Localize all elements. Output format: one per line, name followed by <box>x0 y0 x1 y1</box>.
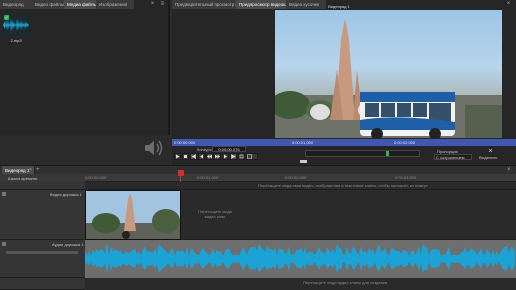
preview-title: Видеоряд 1 <box>328 4 350 9</box>
preview-ruler-time-0: 0:00:00.000 <box>174 140 196 145</box>
timeline-ruler[interactable]: 0:00:00.000 0:00:01.000 0:00:02.000 0:00… <box>85 174 516 182</box>
timeline-ruler-time-1: 0:00:01.000 <box>197 175 219 180</box>
rewind-button[interactable] <box>206 153 213 160</box>
check-icon: ✓ <box>4 15 9 20</box>
video-frame <box>275 10 502 138</box>
preview-tab-0[interactable]: Предварительный просмотр клипа <box>172 0 243 9</box>
bottom-track-header[interactable] <box>0 278 85 290</box>
video-drop-hint: Перетащите сюда видео клип <box>198 209 232 219</box>
expand-icon[interactable] <box>2 192 6 196</box>
timeline-ruler-time-0: 0:00:00.000 <box>85 175 107 180</box>
expand-icon[interactable] <box>2 242 6 246</box>
fit-label: Выделить <box>479 155 498 160</box>
preview-progress-bar[interactable] <box>305 150 420 157</box>
fast-forward-button[interactable] <box>214 153 221 160</box>
fit-icon[interactable]: × <box>487 148 494 155</box>
audio-thumbnail: ✓ <box>3 14 29 36</box>
audio-track-name: Аудио дорожка 1 <box>52 242 84 247</box>
close-icon[interactable]: × <box>507 167 514 174</box>
timeline-toolbar-label: Шкала времени <box>8 176 38 181</box>
add-tab-icon[interactable]: + <box>36 167 42 174</box>
close-icon[interactable]: × <box>149 1 156 8</box>
video-clip-thumbnail <box>86 191 180 239</box>
preview-ruler-time-1: 0:00:01.000 <box>292 140 314 145</box>
step-back-button[interactable] <box>198 153 205 160</box>
fullscreen-button[interactable] <box>246 153 258 160</box>
video-clip[interactable] <box>85 190 181 240</box>
timeline-toolbar: Шкала времени <box>0 174 85 182</box>
overlay-track-lane[interactable]: Перетащите сюда свои видео, изображения … <box>85 182 516 190</box>
video-scene-image <box>275 18 502 138</box>
step-forward-button[interactable] <box>222 153 229 160</box>
media-panel: Видеоряд Видео файлы Медиа файлы Изображ… <box>0 0 170 156</box>
zoom-slider[interactable] <box>300 160 307 163</box>
aspect-select[interactable]: С сохранением <box>434 154 472 160</box>
video-track-lane[interactable]: Перетащите сюда видео клип <box>181 190 516 240</box>
settings-icon[interactable]: ≡ <box>159 1 166 8</box>
playhead-handle[interactable] <box>178 170 184 176</box>
overlay-track-hint: Перетащите сюда свои видео, изображения … <box>258 183 428 188</box>
go-to-start-button[interactable] <box>190 153 197 160</box>
play-button[interactable] <box>174 153 181 160</box>
bottom-track-lane[interactable]: Перетащите сюда аудио клипы для создания <box>85 278 516 290</box>
timeline-ruler-time-2: 0:00:02.000 <box>285 175 307 180</box>
media-file-name: 2.mp3 <box>10 38 22 43</box>
speaker-icon <box>145 140 163 156</box>
volume-slider[interactable] <box>6 251 78 254</box>
progress-marker <box>386 151 389 156</box>
close-icon[interactable]: × <box>29 167 35 174</box>
audio-track-header[interactable]: Аудио дорожка 1 <box>0 240 85 278</box>
go-to-end-button[interactable] <box>230 153 237 160</box>
video-track-header[interactable]: Видео дорожка 1 <box>0 190 85 240</box>
current-time-label: Конкурс <box>197 147 212 152</box>
audio-clip[interactable] <box>85 240 516 278</box>
timeline-ruler-time-3: 0:00:03.000 <box>395 175 417 180</box>
loop-button[interactable] <box>238 153 245 160</box>
overlay-track-header[interactable] <box>0 182 85 190</box>
preview-ruler-time-2: 0:00:02.000 <box>394 140 416 145</box>
preview-ruler[interactable]: 0:00:00.000 0:00:01.000 0:00:02.000 <box>172 139 516 146</box>
close-icon[interactable]: × <box>505 1 512 8</box>
media-tab-3[interactable]: Изображения <box>96 0 135 9</box>
media-item[interactable]: ✓ 2.mp3 <box>3 14 29 48</box>
bottom-track-hint: Перетащите сюда аудио клипы для создания <box>303 280 388 285</box>
current-time-display: 0:00:00.076 <box>212 146 246 152</box>
stop-button[interactable] <box>182 153 189 160</box>
audio-waveform <box>85 242 515 274</box>
video-track-name: Видео дорожка 1 <box>50 192 82 197</box>
